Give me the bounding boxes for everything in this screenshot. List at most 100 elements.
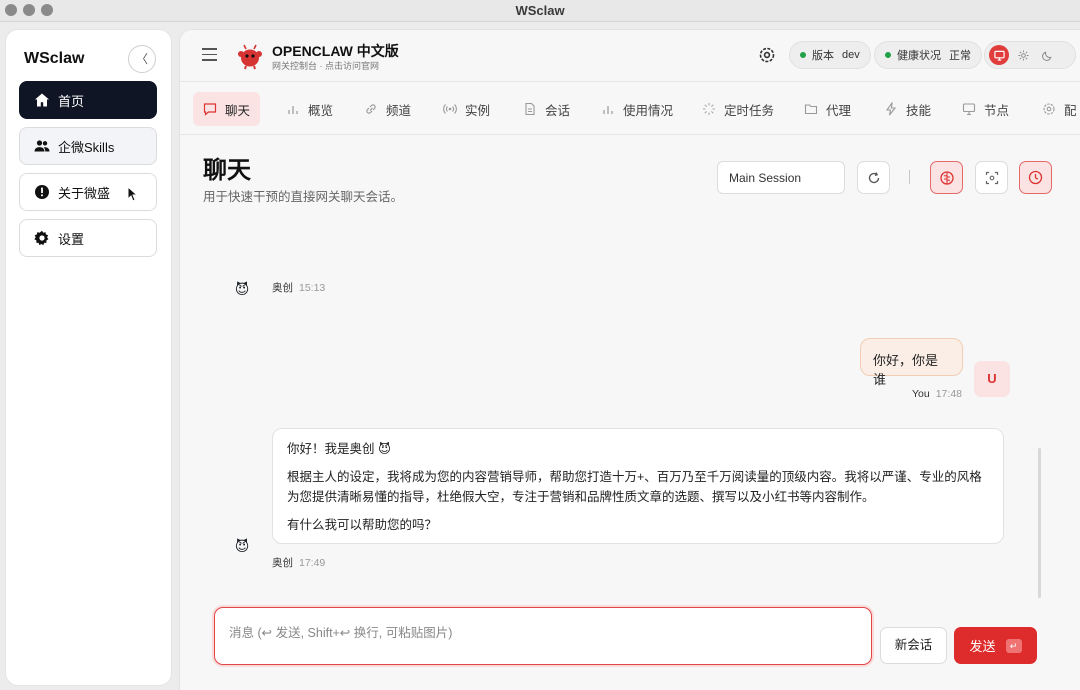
tab-sessions[interactable]: 会话: [513, 92, 580, 126]
message-paragraph: 有什么我可以帮助您的吗？: [287, 518, 438, 532]
menu-icon[interactable]: [202, 48, 217, 62]
page-title: 聊天: [203, 157, 251, 184]
tab-nodes[interactable]: 节点: [952, 92, 1019, 126]
tab-usage[interactable]: 使用情况: [591, 92, 683, 126]
monitor-icon: [993, 50, 1005, 61]
gear-icon[interactable]: [758, 46, 776, 64]
tab-label: 频道: [386, 103, 412, 118]
window-title: WSclaw: [515, 3, 565, 18]
tab-cron[interactable]: 定时任务: [692, 92, 784, 126]
sidebar: WSclaw 〈 首页 企微Skills 关于微盛 设置: [6, 30, 171, 685]
collapse-sidebar-button[interactable]: 〈: [128, 45, 156, 73]
monitor-icon: [962, 103, 976, 116]
health-label: 健康状况: [897, 50, 941, 62]
home-icon: [35, 93, 49, 107]
focus-mode-button[interactable]: [975, 161, 1008, 194]
moon-icon: [1041, 51, 1051, 61]
brain-icon: [939, 170, 954, 185]
app-name[interactable]: OPENCLAW 中文版: [272, 41, 399, 61]
user-message-bubble: 你好，你是谁: [860, 338, 963, 387]
sidebar-item-label: 设置: [58, 231, 85, 247]
send-button[interactable]: 发送 ↵: [954, 627, 1037, 664]
document-icon: [525, 102, 535, 116]
bar-chart-icon: [288, 106, 298, 114]
tab-channels[interactable]: 频道: [354, 92, 421, 126]
bar-chart-icon: [603, 106, 613, 114]
gear-icon: [1043, 103, 1055, 115]
message-meta: You 17:48: [912, 388, 962, 400]
enter-key-icon: ↵: [1005, 638, 1022, 653]
link-icon: [366, 104, 376, 114]
tab-skills[interactable]: 技能: [874, 92, 941, 126]
history-button[interactable]: [1019, 161, 1052, 194]
version-value: dev: [842, 49, 860, 61]
message-paragraph: 根据主人的设定，我将成为您的内容营销导师，帮助您打造十万+、百万乃至千万阅读量的…: [287, 470, 982, 504]
tab-overview[interactable]: 概览: [276, 92, 343, 126]
user-avatar: U: [974, 361, 1010, 397]
tab-label: 聊天: [225, 103, 251, 118]
message-meta: 奥创 17:49: [272, 555, 325, 570]
tab-label: 代理: [826, 103, 852, 118]
version-label: 版本: [812, 50, 834, 62]
folder-icon: [804, 104, 818, 115]
tab-chat[interactable]: 聊天: [193, 92, 261, 126]
users-icon: [34, 140, 50, 152]
new-chat-button[interactable]: 新会话: [880, 627, 947, 664]
sun-icon: [1017, 49, 1029, 61]
message-time: 17:49: [299, 557, 326, 569]
thinking-toggle-button[interactable]: [930, 161, 963, 194]
sidebar-item-home[interactable]: 首页: [19, 81, 157, 119]
theme-system-button[interactable]: [989, 45, 1009, 65]
sidebar-item-label: 首页: [58, 93, 85, 109]
tab-config[interactable]: 配: [1032, 92, 1080, 126]
health-value: 正常: [949, 50, 971, 62]
gear-icon: [34, 230, 49, 246]
focus-icon: [985, 171, 998, 184]
mouse-cursor-icon: [127, 186, 139, 202]
chat-scrollbar[interactable]: [1038, 448, 1041, 598]
theme-switcher: [984, 41, 1076, 69]
tab-label: 会话: [545, 103, 571, 118]
message-input[interactable]: 消息 (↩ 发送, Shift+↩ 换行, 可粘贴图片): [214, 607, 872, 665]
assistant-message-bubble: 你好！我是奥创 😈 根据主人的设定，我将成为您的内容营销导师，帮助您打造十万+、…: [272, 428, 1004, 544]
sidebar-item-skills[interactable]: 企微Skills: [19, 127, 157, 165]
status-dot-icon: [800, 52, 806, 58]
main-panel: OPENCLAW 中文版 网关控制台 · 点击访问官网 版本 dev 健康状况 …: [180, 30, 1080, 690]
theme-dark-button[interactable]: [1037, 45, 1057, 65]
chat-icon: [203, 103, 217, 116]
status-dot-icon: [885, 52, 891, 58]
app-subtitle[interactable]: 网关控制台 · 点击访问官网: [272, 59, 379, 72]
session-select[interactable]: Main Session: [717, 161, 845, 194]
sidebar-item-label: 关于微盛: [58, 185, 111, 201]
toolbar-divider: [909, 170, 910, 184]
clock-icon: [1028, 170, 1043, 185]
tab-instances[interactable]: 实例: [433, 92, 500, 126]
tab-label: 配: [1064, 103, 1077, 118]
message-meta: 奥创 15:13: [272, 280, 325, 295]
message-author: 奥创: [272, 557, 293, 569]
message-author: You: [912, 388, 930, 400]
theme-light-button[interactable]: [1013, 45, 1033, 65]
tab-label: 定时任务: [724, 103, 775, 118]
send-label: 发送: [969, 639, 996, 654]
message-time: 15:13: [299, 282, 326, 294]
assistant-avatar-icon: 😈: [234, 538, 250, 554]
tab-label: 节点: [984, 103, 1010, 118]
health-pill: 健康状况 正常: [874, 41, 982, 69]
tab-label: 使用情况: [623, 103, 674, 118]
sidebar-item-settings[interactable]: 设置: [19, 219, 157, 257]
window-titlebar: WSclaw: [0, 0, 1080, 22]
sidebar-brand: WSclaw: [24, 50, 85, 67]
top-bar: OPENCLAW 中文版 网关控制台 · 点击访问官网 版本 dev 健康状况 …: [180, 30, 1080, 82]
page-subtitle: 用于快速干预的直接网关聊天会话。: [203, 190, 404, 204]
broadcast-icon: [443, 104, 457, 114]
version-pill: 版本 dev: [789, 41, 871, 69]
message-paragraph: 你好！我是奥创 😈: [287, 442, 392, 456]
assistant-avatar-icon: 😈: [234, 281, 250, 297]
tab-label: 技能: [906, 103, 932, 118]
tab-bar: 聊天 概览 频道 实例 会话 使用情况 定时任务 代理 技能 节点 配: [180, 83, 1080, 135]
tab-agents[interactable]: 代理: [794, 92, 861, 126]
bolt-icon: [885, 102, 897, 116]
refresh-button[interactable]: [857, 161, 890, 194]
sidebar-item-label: 企微Skills: [58, 139, 115, 155]
